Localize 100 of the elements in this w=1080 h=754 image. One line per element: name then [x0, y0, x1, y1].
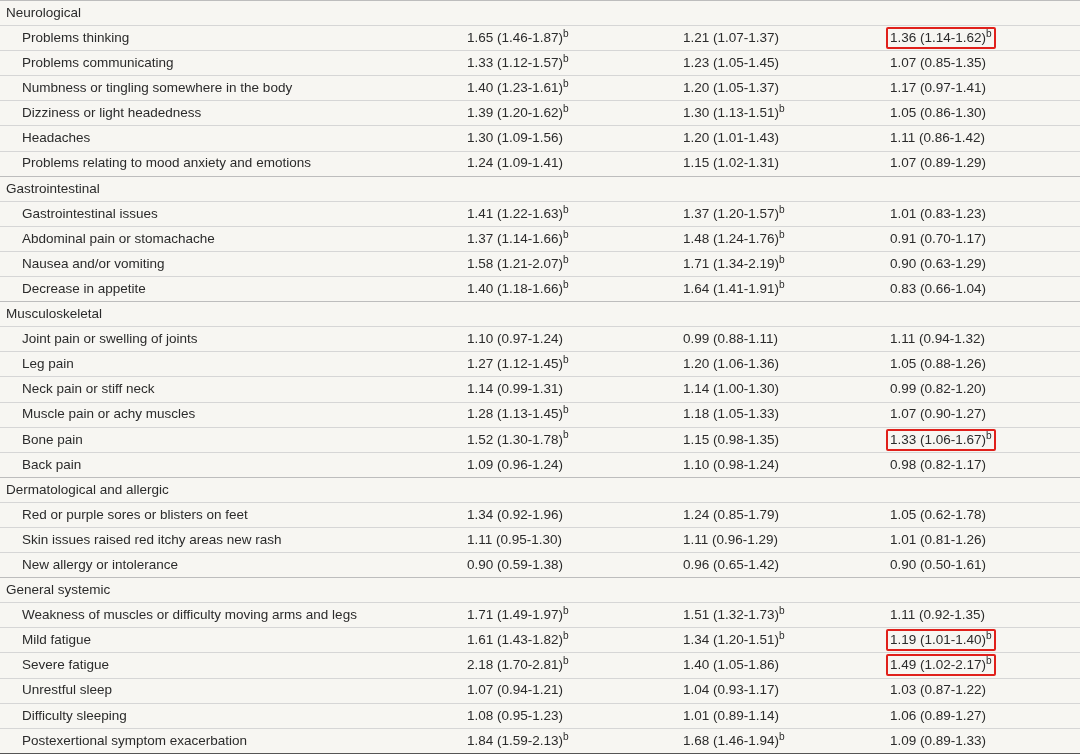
table-cell: 1.15 (1.02-1.31)	[683, 154, 780, 173]
table-cell: 1.71 (1.49-1.97)$^{b}$	[467, 606, 569, 625]
row-label: Decrease in appetite	[21, 279, 147, 298]
table-cell: 0.98 (0.82-1.17)	[890, 455, 987, 474]
row-label: Problems relating to mood anxiety and emotions	[21, 154, 312, 173]
table-cell: 1.36 (1.14-1.62)$^{b}$	[886, 27, 996, 50]
table-cell: 1.24 (1.09-1.41)	[467, 154, 564, 173]
table-cell: 1.21 (1.07-1.37)	[683, 29, 780, 47]
table-cell: 1.10 (0.98-1.24)	[683, 455, 780, 474]
table-cell: 1.03 (0.87-1.22)	[890, 681, 987, 700]
table-cell: 1.09 (0.96-1.24)	[467, 455, 564, 474]
table-cell: 0.83 (0.66-1.04)	[890, 279, 987, 298]
table-cell: 1.07 (0.94-1.21)	[467, 681, 564, 700]
row-label: Problems thinking	[21, 29, 131, 47]
row-label: Problems communicating	[21, 54, 175, 73]
row-label: Back pain	[21, 455, 83, 474]
row-label: Abdominal pain or stomachache	[21, 229, 216, 248]
table-cell: 1.07 (0.89-1.29)	[890, 154, 987, 173]
table-cell: 0.91 (0.70-1.17)	[890, 229, 987, 248]
table-cell: 1.11 (0.96-1.29)	[683, 530, 779, 549]
table-cell: 1.09 (0.89-1.33)	[890, 731, 987, 750]
row-label: Unrestful sleep	[21, 681, 114, 700]
table-cell: 1.49 (1.02-2.17)$^{b}$	[886, 654, 996, 677]
table-cell: 1.52 (1.30-1.78)$^{b}$	[467, 430, 569, 449]
table-cell: 1.41 (1.22-1.63)$^{b}$	[467, 204, 569, 223]
table-cell: 1.84 (1.59-2.13)$^{b}$	[467, 731, 569, 750]
row-label: Bone pain	[21, 430, 84, 449]
table-cell: 1.14 (0.99-1.31)	[467, 380, 564, 399]
table-cell: 1.71 (1.34-2.19)$^{b}$	[683, 254, 785, 273]
table-cell: 1.37 (1.20-1.57)$^{b}$	[683, 204, 785, 223]
table-cell: 1.05 (0.62-1.78)	[890, 505, 987, 524]
row-label: Headaches	[21, 129, 92, 148]
table-cell: 1.40 (1.18-1.66)$^{b}$	[467, 279, 569, 298]
table-cell: 0.90 (0.59-1.38)	[467, 556, 564, 574]
table-cell: 1.14 (1.00-1.30)	[683, 380, 780, 399]
table-cell: 1.24 (0.85-1.79)	[683, 505, 780, 524]
table-cell: 1.20 (1.01-1.43)	[683, 129, 780, 148]
table-cell: 1.28 (1.13-1.45)$^{b}$	[467, 405, 569, 424]
row-label: Nausea and/or vomiting	[21, 254, 166, 273]
table-cell: 1.05 (0.86-1.30)	[890, 104, 987, 123]
row-label: Joint pain or swelling of joints	[21, 330, 199, 349]
row-label: Gastrointestinal issues	[21, 204, 159, 223]
table-cell: 0.90 (0.63-1.29)	[890, 254, 987, 273]
table-cell: 0.90 (0.50-1.61)	[890, 556, 987, 574]
row-label: Severe fatigue	[21, 656, 111, 675]
table-cell: 1.27 (1.12-1.45)$^{b}$	[467, 355, 569, 374]
table-cell: 1.01 (0.81-1.26)	[890, 530, 987, 549]
table-cell: 1.58 (1.21-2.07)$^{b}$	[467, 254, 569, 273]
table-cell: 1.01 (0.89-1.14)	[683, 706, 780, 725]
table-cell: 1.34 (0.92-1.96)	[467, 505, 564, 524]
table-cell: 2.18 (1.70-2.81)$^{b}$	[467, 656, 569, 675]
table-cell: 1.17 (0.97-1.41)	[890, 79, 987, 98]
table-cell: 1.11 (0.95-1.30)	[467, 530, 563, 549]
row-label: Leg pain	[21, 355, 75, 374]
table-cell: 0.96 (0.65-1.42)	[683, 556, 780, 574]
table-cell: 1.39 (1.20-1.62)$^{b}$	[467, 104, 569, 123]
table-cell: 1.08 (0.95-1.23)	[467, 706, 564, 725]
table-cell: 1.48 (1.24-1.76)$^{b}$	[683, 229, 785, 248]
table-cell: 1.05 (0.88-1.26)	[890, 355, 987, 374]
table-cell: 1.61 (1.43-1.82)$^{b}$	[467, 631, 569, 650]
row-label: Weakness of muscles or difficulty moving arms and legs	[21, 606, 358, 625]
table-cell: 1.33 (1.12-1.57)$^{b}$	[467, 54, 569, 73]
table-cell: 1.37 (1.14-1.66)$^{b}$	[467, 229, 569, 248]
table-cell: 1.30 (1.09-1.56)	[467, 129, 564, 148]
row-label: Muscle pain or achy muscles	[21, 405, 197, 424]
row-label: Postexertional symptom exacerbation	[21, 731, 249, 750]
table-cell: 1.51 (1.32-1.73)$^{b}$	[683, 606, 785, 625]
table-cell: 1.65 (1.46-1.87)$^{b}$	[467, 29, 569, 47]
table-cell: 1.30 (1.13-1.51)$^{b}$	[683, 104, 785, 123]
row-label: Difficulty sleeping	[21, 706, 128, 725]
table-cell: 1.19 (1.01-1.40)$^{b}$	[886, 629, 996, 652]
row-label: Skin issues raised red itchy areas new rash	[21, 530, 283, 549]
table-cell: 1.07 (0.90-1.27)	[890, 405, 987, 424]
section-heading: Neurological	[6, 3, 82, 22]
table-cell: 1.11 (0.92-1.35)	[890, 606, 986, 625]
table-cell: 1.20 (1.05-1.37)	[683, 79, 780, 98]
table-cell: 1.11 (0.86-1.42)	[890, 129, 986, 148]
table-cell: 1.64 (1.41-1.91)$^{b}$	[683, 279, 785, 298]
section-heading: General systemic	[6, 581, 111, 600]
table-cell: 1.01 (0.83-1.23)	[890, 204, 987, 223]
table-cell: 1.06 (0.89-1.27)	[890, 706, 987, 725]
row-label: Dizziness or light headedness	[21, 104, 203, 123]
table-cell: 1.10 (0.97-1.24)	[467, 330, 564, 349]
table-cell: 1.40 (1.05-1.86)	[683, 656, 780, 675]
table-cell: 1.34 (1.20-1.51)$^{b}$	[683, 631, 785, 650]
row-label: Mild fatigue	[21, 631, 93, 650]
table-cell: 1.11 (0.94-1.32)	[890, 330, 986, 349]
table-cell: 1.15 (0.98-1.35)	[683, 430, 780, 449]
row-label: New allergy or intolerance	[21, 556, 180, 574]
table-cell: 1.23 (1.05-1.45)	[683, 54, 780, 73]
table-cell: 1.07 (0.85-1.35)	[890, 54, 987, 73]
section-heading: Musculoskeletal	[6, 305, 103, 324]
table-cell: 1.04 (0.93-1.17)	[683, 681, 780, 700]
row-label: Red or purple sores or blisters on feet	[21, 505, 249, 524]
section-heading: Gastrointestinal	[6, 179, 100, 198]
row-label: Numbness or tingling somewhere in the body	[21, 79, 294, 98]
table-cell: 1.18 (1.05-1.33)	[683, 405, 780, 424]
table-cell: 1.20 (1.06-1.36)	[683, 355, 780, 374]
table-cell: 1.33 (1.06-1.67)$^{b}$	[886, 428, 996, 451]
table-cell: 1.68 (1.46-1.94)$^{b}$	[683, 731, 785, 750]
